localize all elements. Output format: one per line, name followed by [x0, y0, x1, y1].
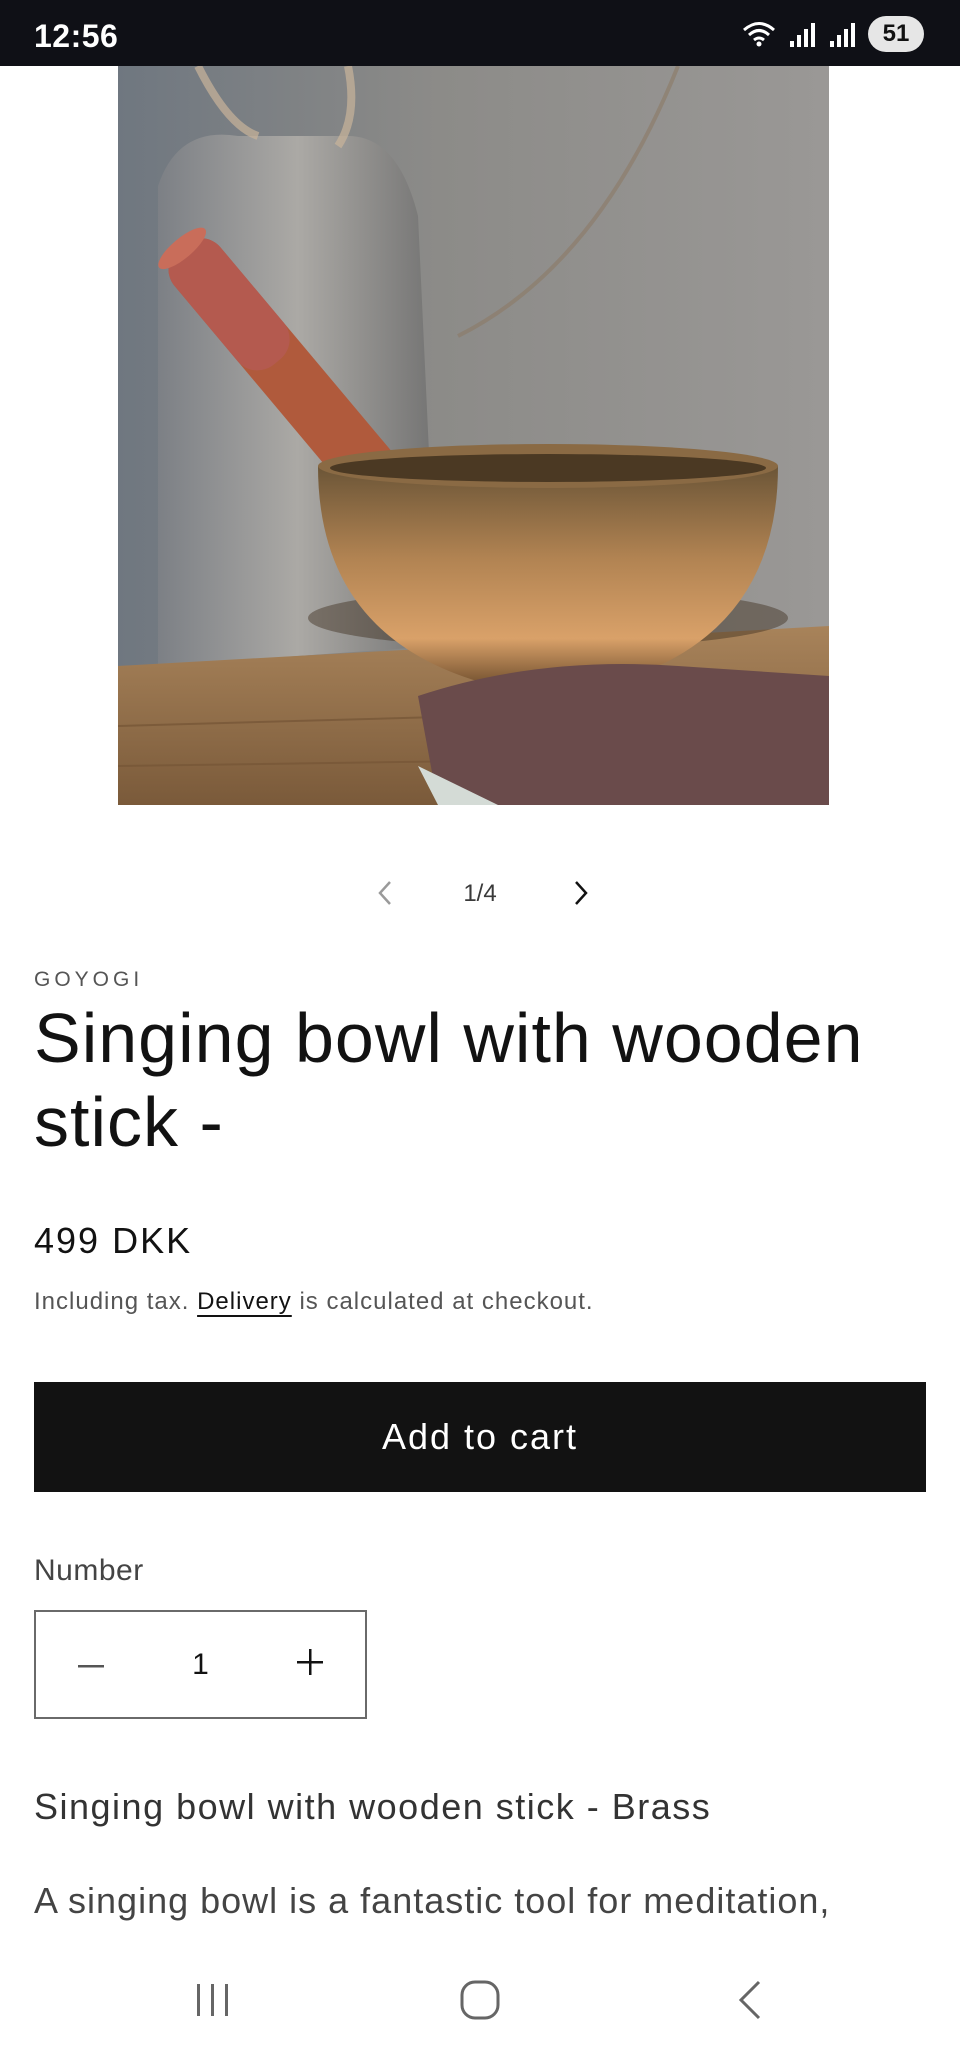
- wifi-icon: [740, 19, 778, 49]
- tax-note: Including tax. Delivery is calculated at…: [34, 1288, 594, 1316]
- slider-counter: 1/4: [463, 880, 497, 907]
- back-button[interactable]: [710, 1972, 790, 2032]
- signal-icon: [788, 19, 818, 49]
- chevron-right-icon: [571, 879, 591, 912]
- quantity-increase-button[interactable]: [255, 1612, 365, 1717]
- image-slider-controls: 1/4: [0, 870, 960, 920]
- quantity-input[interactable]: 1: [146, 1648, 255, 1682]
- home-icon: [460, 1980, 500, 2025]
- recents-icon: [193, 1982, 233, 2023]
- minus-icon: [78, 1656, 104, 1674]
- tax-note-prefix: Including tax.: [34, 1288, 190, 1315]
- delivery-link[interactable]: Delivery: [197, 1288, 292, 1315]
- status-bar: 12:56 51: [0, 0, 960, 66]
- status-icons: 51: [740, 14, 924, 54]
- system-navigation-bar: [0, 1946, 960, 2059]
- plus-icon: [297, 1649, 323, 1680]
- description-text: A singing bowl is a fantastic tool for m…: [34, 1880, 831, 1921]
- product-title: Singing bowl with wooden stick -: [34, 999, 864, 1161]
- slider-next-button[interactable]: [556, 870, 606, 920]
- recents-button[interactable]: [173, 1972, 253, 2032]
- back-icon: [735, 1980, 765, 2025]
- slider-prev-button[interactable]: [360, 870, 410, 920]
- battery-indicator: 51: [868, 16, 924, 52]
- quantity-decrease-button[interactable]: [36, 1612, 146, 1717]
- home-button[interactable]: [440, 1972, 520, 2032]
- product-price: 499 DKK: [34, 1220, 193, 1261]
- add-to-cart-button[interactable]: Add to cart: [34, 1382, 926, 1492]
- description-heading: Singing bowl with wooden stick - Brass: [34, 1786, 712, 1827]
- quantity-label: Number: [34, 1554, 144, 1587]
- tax-note-suffix: is calculated at checkout.: [299, 1288, 594, 1315]
- chevron-left-icon: [375, 879, 395, 912]
- product-image[interactable]: [118, 66, 829, 805]
- status-time: 12:56: [34, 18, 119, 54]
- quantity-stepper: 1: [34, 1610, 367, 1719]
- product-vendor: GOYOGI: [34, 968, 144, 991]
- signal-roaming-icon: [828, 19, 858, 49]
